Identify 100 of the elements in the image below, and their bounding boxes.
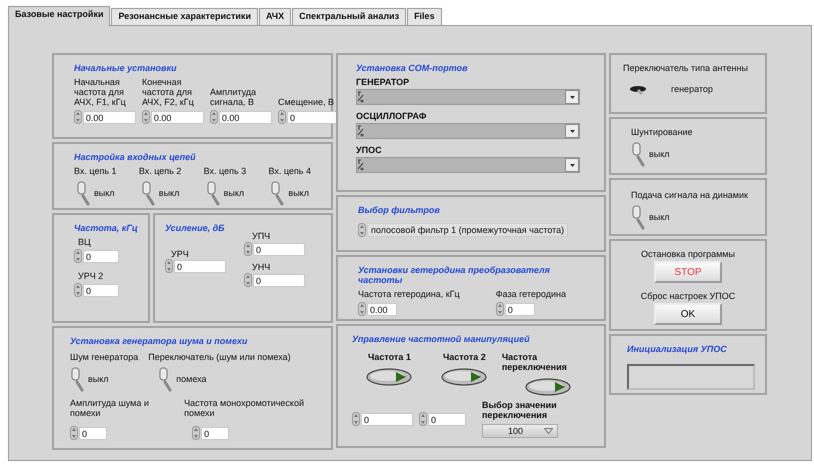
number-field[interactable]: 0 <box>253 274 305 286</box>
field-label: Частота переключения <box>502 352 568 372</box>
led-button[interactable] <box>441 368 488 386</box>
field-label: Частота гетеродина, кГц <box>358 289 460 299</box>
switch-state: выкл <box>649 149 670 159</box>
number-field[interactable]: 0 <box>361 412 413 426</box>
toggle-switch[interactable] <box>270 180 284 206</box>
dropdown-arrow-icon <box>570 96 574 98</box>
field-label: Фаза гетеродина <box>496 289 566 299</box>
number-field[interactable]: 0 <box>83 250 119 262</box>
spinner-arrows[interactable] <box>244 273 252 287</box>
tab[interactable]: Files <box>407 8 442 25</box>
spinner-arrows[interactable] <box>70 426 78 440</box>
switch-state: генератор <box>671 84 713 94</box>
toggle-switch[interactable] <box>70 366 84 392</box>
field-label: Частота 1 <box>368 352 411 362</box>
toggle-switch[interactable] <box>76 180 90 206</box>
field-label: Вх. цепь 4 <box>268 166 311 176</box>
field-label: УРЧ 2 <box>78 271 104 281</box>
switch-state: выкл <box>158 188 180 198</box>
field-label: Вх. цепь 3 <box>204 166 246 176</box>
port-dropdown[interactable] <box>356 157 580 173</box>
field-label: Частота 2 <box>442 352 486 362</box>
number-field[interactable]: 0.00 <box>218 110 272 124</box>
dropdown-arrow-icon <box>544 428 553 434</box>
section-title: Начальные установки <box>74 63 178 73</box>
section-title: Инициализация УПОС <box>627 344 728 354</box>
switch-state: выкл <box>94 188 115 198</box>
number-field[interactable]: 0 <box>253 242 305 256</box>
field-label: Переключатель (шум или помеха) <box>148 352 291 362</box>
toggle-switch[interactable] <box>140 180 155 206</box>
tab[interactable]: Спектральный анализ <box>292 8 406 25</box>
field-label: Амплитуда шума и помехи <box>70 398 150 418</box>
value-selector[interactable]: 100 <box>482 424 558 438</box>
port-dropdown[interactable] <box>356 89 580 105</box>
led-button[interactable] <box>524 378 571 396</box>
spinner-arrows[interactable] <box>74 110 82 124</box>
field-label: УПЧ <box>252 231 270 241</box>
field-label: Сброс настроек УПОС <box>640 291 736 301</box>
field-label: УРЧ <box>171 249 189 259</box>
switch-state: помеха <box>176 374 207 384</box>
number-field[interactable]: 0 <box>428 412 466 426</box>
field-label: Подача сигнала на динамик <box>631 190 748 200</box>
filter-selector[interactable]: полосовой фильтр 1 (промежуточная частота) <box>367 223 568 237</box>
field-label: Шунтирование <box>631 127 693 137</box>
port-dropdown[interactable] <box>356 123 580 139</box>
number-field[interactable]: 0 <box>504 302 535 316</box>
spinner-arrows[interactable] <box>278 110 286 124</box>
spinner-arrows[interactable] <box>358 223 366 237</box>
toggle-switch[interactable] <box>631 141 645 167</box>
spinner-arrows[interactable] <box>210 110 218 124</box>
number-field[interactable]: 0.00 <box>150 110 204 124</box>
spinner-arrows[interactable] <box>192 426 200 440</box>
resource-icon <box>357 125 364 137</box>
spinner-arrows[interactable] <box>352 412 360 426</box>
field-label: Переключатель типа антенны <box>623 63 748 73</box>
tab[interactable]: Базовые настройки <box>8 6 110 26</box>
tab[interactable]: АЧХ <box>258 8 292 25</box>
toggle-switch[interactable] <box>158 366 172 392</box>
field-label: Частота монохромотической помехи <box>184 398 305 418</box>
spinner-arrows[interactable] <box>74 283 82 297</box>
section-title: Настройка входных цепей <box>74 152 197 162</box>
spinner-arrows[interactable] <box>74 249 82 263</box>
number-field[interactable]: 0.00 <box>82 110 136 124</box>
toggle-switch[interactable] <box>206 180 220 206</box>
dropdown-arrow-icon <box>570 164 574 166</box>
number-field[interactable]: 0 <box>79 426 107 440</box>
resource-icon <box>357 159 364 171</box>
number-field[interactable]: 0 <box>174 260 226 272</box>
spinner-arrows[interactable] <box>142 110 150 124</box>
dropdown-arrow-icon <box>570 130 574 132</box>
spinner-arrows[interactable] <box>358 302 366 316</box>
spinner-arrows[interactable] <box>244 242 252 256</box>
number-field[interactable]: 0 <box>83 284 119 296</box>
section-title: Установка генератора шума и помехи <box>70 336 248 346</box>
number-field[interactable]: 0.00 <box>367 302 397 316</box>
field-label: УНЧ <box>252 262 270 272</box>
section-title: Частота, кГц <box>74 223 138 233</box>
field-label: ГЕНЕРАТОР <box>356 77 410 87</box>
number-field[interactable]: 0 <box>287 110 337 124</box>
field-label: УПОС <box>356 145 382 155</box>
switch-state: выкл <box>88 374 109 384</box>
switch-state: выкл <box>224 188 244 198</box>
spinner-arrows[interactable] <box>419 412 427 426</box>
tab[interactable]: Резонансные характеристики <box>111 8 258 25</box>
spinner-arrows[interactable] <box>165 259 173 273</box>
spinner-arrows[interactable] <box>496 302 504 316</box>
field-label: ВЦ <box>78 237 91 247</box>
ok-button[interactable]: OK <box>654 303 722 325</box>
field-label: Остановка программы <box>641 249 735 259</box>
field-label: Конечная частота для АЧХ, F2, кГц <box>142 77 195 107</box>
section-title: Управление частотной манипуляцией <box>352 334 531 344</box>
switch-state: выкл <box>288 188 309 198</box>
number-field[interactable]: 0 <box>201 426 230 440</box>
led-button[interactable] <box>366 368 412 386</box>
field-label: Шум генератора <box>70 352 138 362</box>
field-label: Вх. цепь 2 <box>138 166 182 176</box>
field-label: Выбор значении переключения <box>482 400 557 420</box>
toggle-switch[interactable] <box>631 204 645 230</box>
section-title: Установка COM-портов <box>356 63 469 73</box>
